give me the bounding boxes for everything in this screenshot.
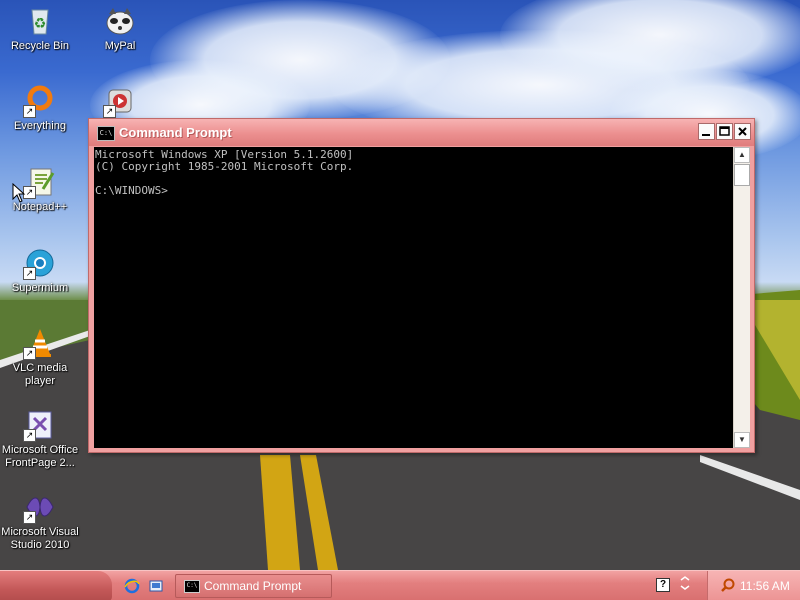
shortcut-arrow-icon: ↗ bbox=[23, 105, 36, 118]
frontpage-icon: ↗ bbox=[23, 408, 57, 442]
maximize-icon bbox=[719, 126, 730, 136]
scroll-up-button[interactable]: ▲ bbox=[734, 147, 750, 163]
desktop[interactable]: ♻ Recycle Bin MyPal ↗ Everything ↗ ↗ Not… bbox=[0, 0, 800, 600]
recycle-bin-icon: ♻ bbox=[23, 4, 57, 38]
command-prompt-window[interactable]: C:\ Command Prompt Microsoft Windows XP … bbox=[88, 118, 755, 453]
taskbar[interactable]: C:\ Command Prompt ? 11:56 AM bbox=[0, 570, 800, 600]
visual-studio-icon: ↗ bbox=[23, 490, 57, 524]
shortcut-arrow-icon: ↗ bbox=[23, 429, 36, 442]
network-icon[interactable] bbox=[680, 576, 690, 595]
desktop-icon-frontpage[interactable]: ↗ Microsoft Office FrontPage 2... bbox=[0, 408, 80, 470]
desktop-icon-label: Microsoft Visual Studio 2010 bbox=[1, 526, 79, 551]
media-player-icon: ↗ bbox=[103, 84, 137, 118]
close-icon bbox=[738, 127, 747, 136]
desktop-icon-label: Microsoft Office FrontPage 2... bbox=[1, 444, 79, 469]
shortcut-arrow-icon: ↗ bbox=[23, 347, 36, 360]
mypal-icon bbox=[103, 4, 137, 38]
desktop-icon-label: Supermium bbox=[11, 282, 69, 294]
vertical-scrollbar[interactable]: ▲ ▼ bbox=[733, 147, 750, 448]
console-prompt: C:\WINDOWS> bbox=[95, 184, 168, 197]
scrollbar-thumb[interactable] bbox=[734, 164, 750, 186]
console-line: (C) Copyright 1985-2001 Microsoft Corp. bbox=[95, 160, 354, 173]
close-button[interactable] bbox=[734, 123, 751, 140]
supermium-icon: ↗ bbox=[23, 246, 57, 280]
desktop-icon-media-player[interactable]: ↗ bbox=[80, 84, 160, 120]
svg-text:♻: ♻ bbox=[34, 16, 47, 32]
desktop-icon-label: Recycle Bin bbox=[10, 40, 70, 52]
desktop-icon-vlc-media-player[interactable]: ↗ VLC media player bbox=[0, 326, 80, 388]
desktop-icon-supermium[interactable]: ↗ Supermium bbox=[0, 246, 80, 295]
command-prompt-icon[interactable]: C:\ bbox=[97, 126, 115, 141]
minimize-icon bbox=[702, 134, 710, 136]
console-output[interactable]: Microsoft Windows XP [Version 5.1.2600](… bbox=[94, 147, 735, 448]
maximize-button[interactable] bbox=[716, 123, 733, 140]
shortcut-arrow-icon: ↗ bbox=[23, 267, 36, 280]
desktop-icon-label: VLC media player bbox=[12, 362, 68, 387]
start-button[interactable] bbox=[0, 571, 112, 600]
vlc-icon: ↗ bbox=[23, 326, 57, 360]
desktop-icon-recycle-bin[interactable]: ♻ Recycle Bin bbox=[0, 4, 80, 53]
window-title: Command Prompt bbox=[119, 125, 232, 140]
clock[interactable]: 11:56 AM bbox=[740, 579, 790, 593]
window-titlebar[interactable]: C:\ Command Prompt bbox=[89, 119, 754, 146]
search-icon[interactable] bbox=[720, 577, 736, 596]
desktop-icon-visual-studio[interactable]: ↗ Microsoft Visual Studio 2010 bbox=[0, 490, 80, 552]
command-prompt-icon: C:\ bbox=[184, 580, 200, 593]
desktop-icon-mypal[interactable]: MyPal bbox=[80, 4, 160, 53]
desktop-icon-label: Everything bbox=[14, 120, 66, 132]
desktop-icon-everything[interactable]: ↗ Everything bbox=[0, 84, 80, 133]
help-icon[interactable]: ? bbox=[656, 578, 670, 592]
shortcut-arrow-icon: ↗ bbox=[103, 105, 116, 118]
taskbar-item-label: Command Prompt bbox=[204, 579, 302, 593]
taskbar-item-command-prompt[interactable]: C:\ Command Prompt bbox=[175, 574, 332, 598]
desktop-icon-label: MyPal bbox=[104, 40, 136, 52]
show-desktop-icon[interactable] bbox=[148, 578, 164, 594]
notepad-plus-plus-icon: ↗ bbox=[23, 165, 57, 199]
internet-explorer-icon[interactable] bbox=[124, 578, 140, 594]
system-tray: 11:56 AM bbox=[707, 571, 800, 600]
shortcut-arrow-icon: ↗ bbox=[23, 511, 36, 524]
console-line: ​ bbox=[95, 173, 735, 185]
minimize-button[interactable] bbox=[698, 123, 715, 140]
scroll-down-button[interactable]: ▼ bbox=[734, 432, 750, 448]
everything-icon: ↗ bbox=[23, 84, 57, 118]
